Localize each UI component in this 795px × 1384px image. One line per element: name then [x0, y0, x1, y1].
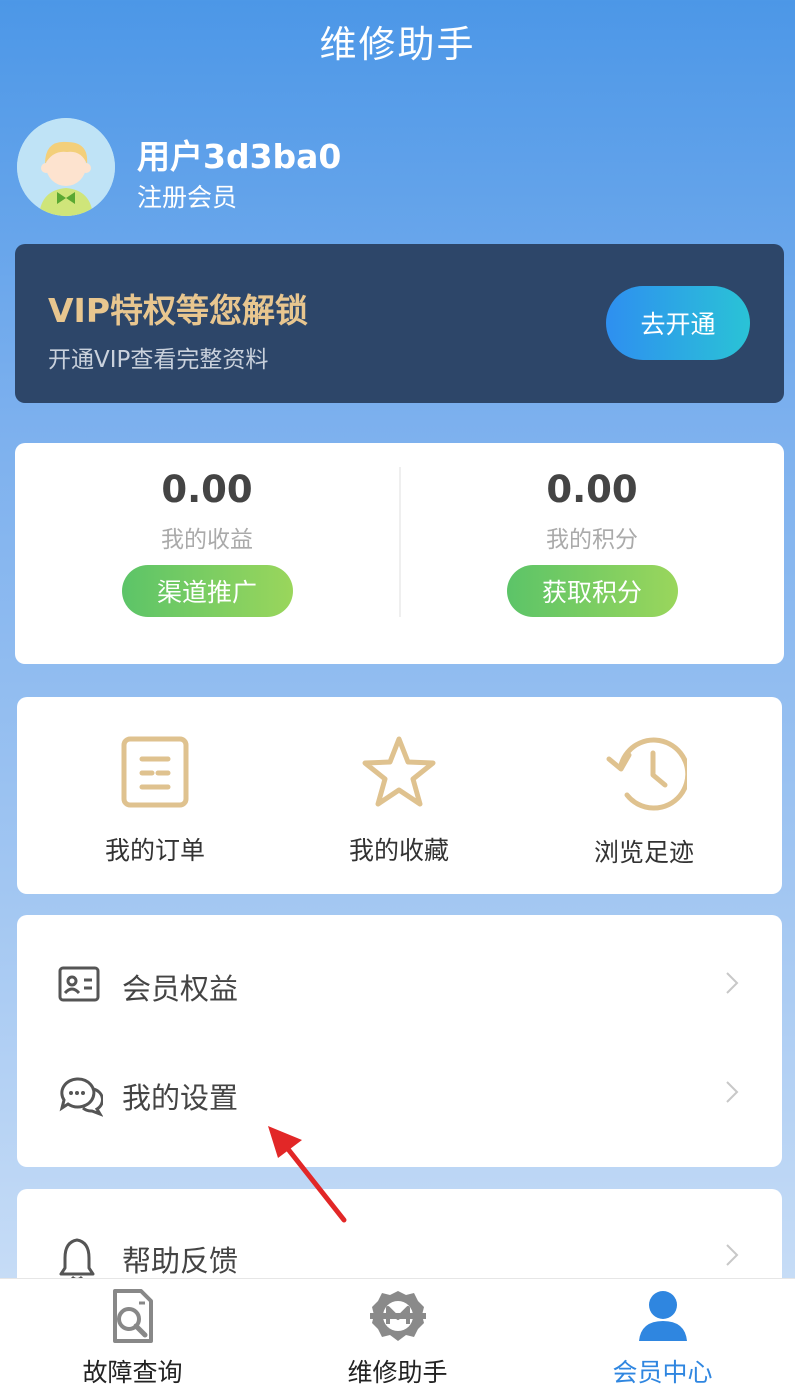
- channel-promotion-button[interactable]: 渠道推广: [121, 565, 293, 617]
- user-icon: [638, 1291, 687, 1341]
- vip-subtitle: 开通VIP查看完整资料: [48, 347, 269, 373]
- annotation-arrow-icon: [268, 1126, 347, 1223]
- order-list-icon: [121, 736, 189, 808]
- user-level: 注册会员: [137, 183, 238, 212]
- menu-item-my-settings[interactable]: 我的设置: [17, 1051, 782, 1141]
- get-points-button[interactable]: 获取积分: [506, 565, 678, 617]
- avatar[interactable]: [17, 118, 115, 216]
- earnings-stat: 0.00 我的收益 渠道推广: [15, 467, 399, 617]
- page-title: 维修助手: [319, 23, 476, 66]
- tab-label: 维修助手: [347, 1358, 448, 1384]
- menu-item-label: 我的设置: [122, 1081, 239, 1115]
- menu-item-label: 会员权益: [122, 972, 239, 1006]
- chat-bubbles-icon: [59, 1077, 103, 1117]
- menu-item-member-benefits[interactable]: 会员权益: [17, 942, 782, 1032]
- open-vip-button[interactable]: 去开通: [606, 286, 750, 360]
- quick-link-favorites[interactable]: 我的收藏: [319, 735, 479, 867]
- user-name: 用户3d3ba0: [137, 137, 342, 176]
- stats-card: 0.00 我的收益 渠道推广 0.00 我的积分 获取积分: [15, 443, 784, 664]
- document-search-icon: [112, 1289, 153, 1343]
- quick-link-label: 我的订单: [104, 836, 205, 865]
- points-label: 我的积分: [546, 527, 638, 553]
- quick-link-orders[interactable]: 我的订单: [75, 735, 235, 867]
- avatar-illustration: [17, 118, 115, 216]
- id-card-icon: [58, 966, 100, 1002]
- tab-member-center[interactable]: 会员中心: [530, 1279, 795, 1384]
- repair-logo-icon: [369, 1291, 426, 1341]
- quick-link-history[interactable]: 浏览足迹: [564, 735, 724, 869]
- tab-label: 会员中心: [612, 1358, 713, 1384]
- chevron-right-icon: [726, 972, 739, 994]
- menu-item-label: 帮助反馈: [122, 1244, 239, 1278]
- points-stat: 0.00 我的积分 获取积分: [400, 467, 784, 617]
- quick-link-label: 我的收藏: [348, 836, 449, 865]
- star-icon: [362, 736, 436, 807]
- points-value: 0.00: [546, 468, 638, 511]
- quick-links-card: 我的订单 我的收藏 浏览足迹: [17, 697, 782, 894]
- vip-banner: VIP特权等您解锁 开通VIP查看完整资料 去开通: [15, 244, 784, 403]
- tab-repair-assistant[interactable]: 维修助手: [265, 1279, 530, 1384]
- chevron-right-icon: [726, 1244, 739, 1266]
- quick-link-label: 浏览足迹: [593, 838, 694, 867]
- earnings-value: 0.00: [161, 468, 253, 511]
- bottom-tab-bar: 故障查询 维修助手 会员中心: [0, 1278, 795, 1384]
- tab-fault-query[interactable]: 故障查询: [0, 1279, 265, 1384]
- vip-title: VIP特权等您解锁: [48, 291, 309, 330]
- bell-icon: [59, 1238, 95, 1281]
- chevron-right-icon: [726, 1081, 739, 1103]
- tab-label: 故障查询: [82, 1358, 183, 1384]
- history-clock-icon: [606, 737, 687, 811]
- earnings-label: 我的收益: [161, 527, 253, 553]
- menu-card: 会员权益 我的设置: [17, 915, 782, 1167]
